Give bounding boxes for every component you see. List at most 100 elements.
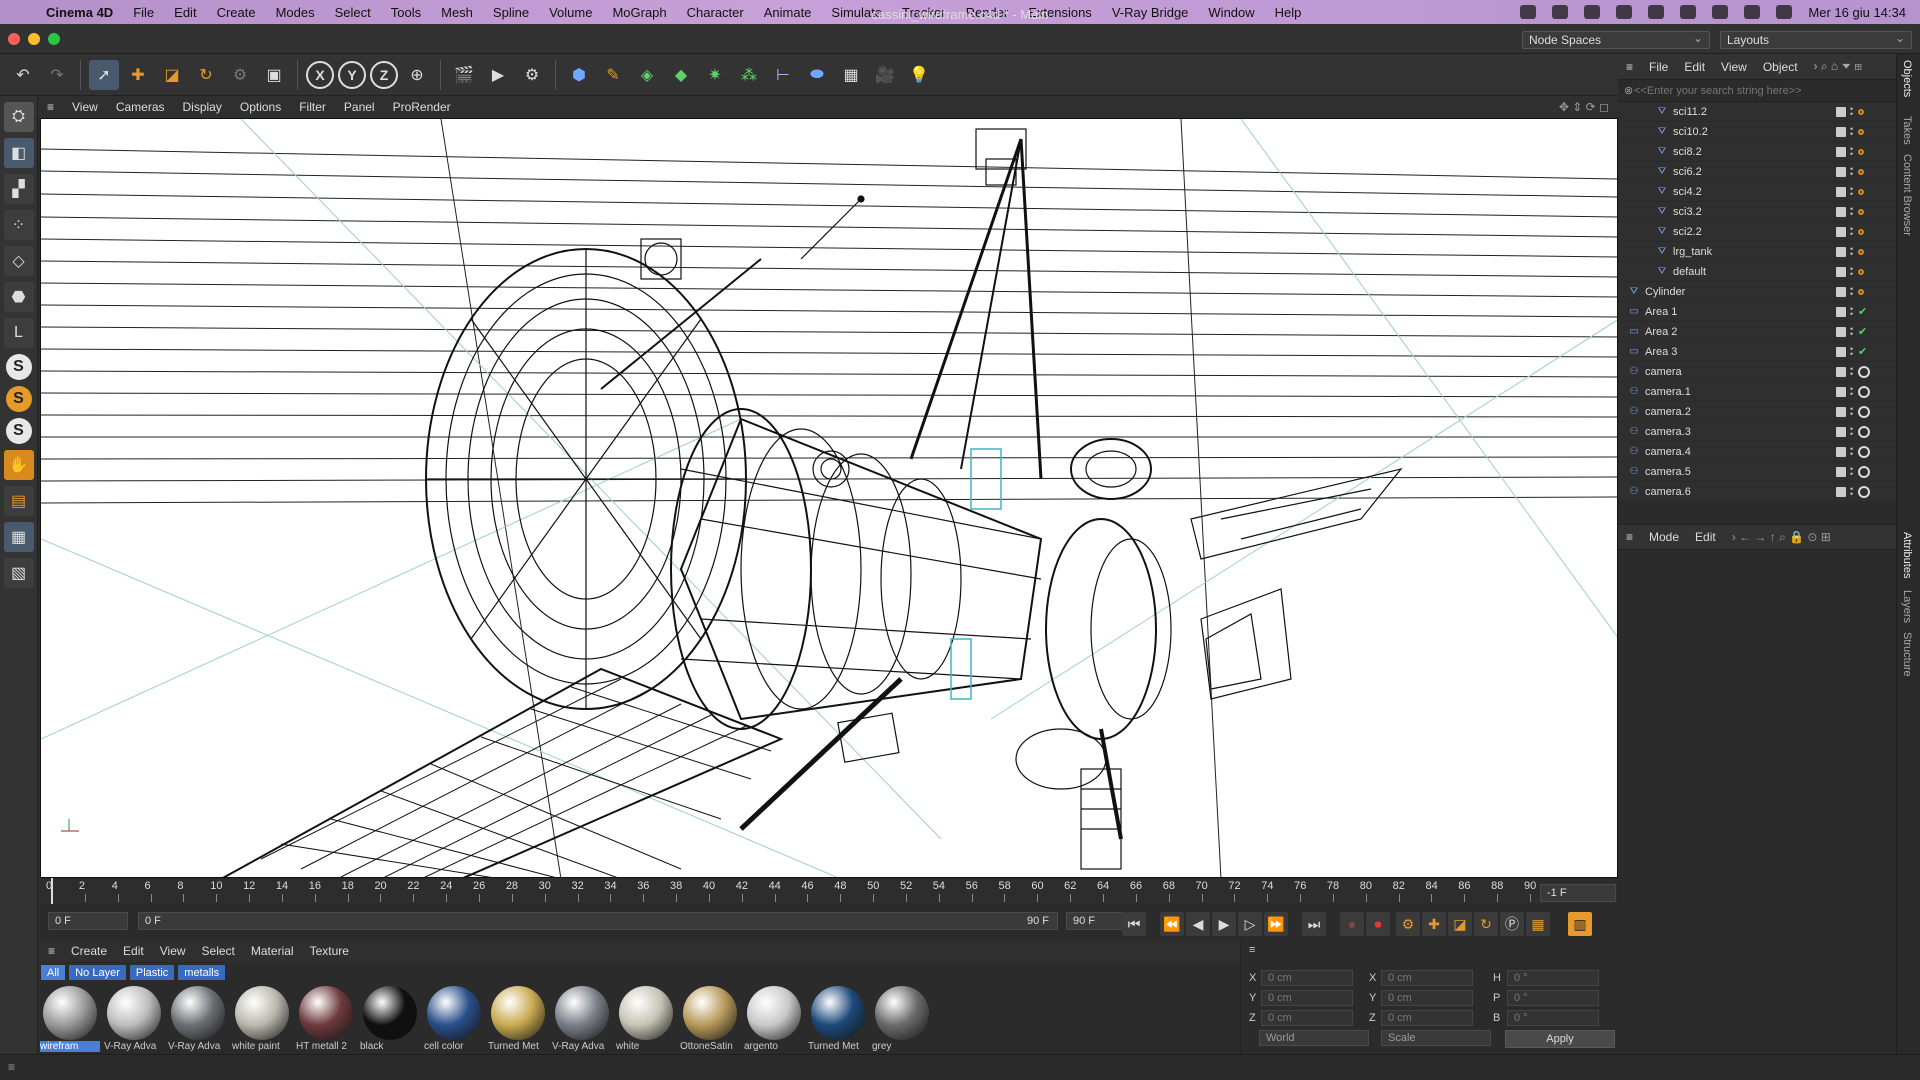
display-icon[interactable]: [1584, 5, 1601, 19]
object-name[interactable]: sci8.2: [1673, 146, 1702, 158]
layer-tag-icon[interactable]: [1836, 226, 1846, 237]
timeline-ruler[interactable]: 0 2 4 6 8 10 12 14 16 18 20 22 24 26 28 30 32 34 36 38 40 42 4…: [40, 878, 1618, 904]
material-swatch[interactable]: Turned Met: [488, 984, 548, 1052]
visibility-dots-icon[interactable]: • •: [1850, 184, 1854, 198]
layer-tag-icon[interactable]: [1836, 286, 1846, 297]
object-menu-edit[interactable]: Edit: [1676, 60, 1713, 74]
layer-tag-icon[interactable]: [1836, 486, 1846, 497]
visibility-dots-icon[interactable]: • •: [1850, 224, 1854, 238]
autokey-icon[interactable]: ⏺: [1366, 912, 1390, 936]
object-name[interactable]: Cylinder: [1645, 286, 1685, 298]
layouts-dropdown[interactable]: Layouts: [1720, 31, 1912, 49]
tab-attributes[interactable]: Attributes: [1901, 532, 1913, 578]
size-y-field[interactable]: 0 cm: [1381, 990, 1473, 1006]
menu-tools[interactable]: Tools: [381, 5, 431, 20]
layer-tag-icon[interactable]: [1836, 246, 1846, 257]
object-row[interactable]: ▭ Area 3 • • ✔: [1618, 342, 1896, 362]
object-name[interactable]: camera.5: [1645, 466, 1691, 478]
render-settings-icon[interactable]: ⚙: [517, 60, 547, 90]
object-row[interactable]: ⚇ camera.6 • •: [1618, 482, 1896, 502]
material-swatch[interactable]: V-Ray Adva: [104, 984, 164, 1052]
camera-target-tag-icon[interactable]: [1858, 445, 1870, 458]
visibility-dots-icon[interactable]: • •: [1850, 424, 1854, 438]
size-x-field[interactable]: 0 cm: [1381, 970, 1473, 986]
menu-animate[interactable]: Animate: [754, 5, 822, 20]
visibility-dots-icon[interactable]: • •: [1850, 404, 1854, 418]
go-to-start-icon[interactable]: ⏮: [1122, 912, 1146, 936]
next-frame-icon[interactable]: ▷: [1238, 912, 1262, 936]
object-row[interactable]: ⚇ camera.2 • •: [1618, 402, 1896, 422]
node-spaces-dropdown[interactable]: Node Spaces: [1522, 31, 1710, 49]
viewport-menu-panel[interactable]: Panel: [335, 100, 384, 114]
model-mode-icon[interactable]: ▣: [259, 60, 289, 90]
enabled-check-icon[interactable]: ✔: [1858, 345, 1867, 358]
tab-layers[interactable]: Layers: [1901, 590, 1913, 623]
object-row[interactable]: ⛛ lrg_tank • •: [1618, 242, 1896, 262]
material-tag-icon[interactable]: [1858, 188, 1864, 195]
3d-viewport[interactable]: [40, 118, 1618, 878]
zoom-window-button[interactable]: [48, 32, 60, 45]
material-menu-select[interactable]: Select: [194, 944, 243, 958]
layer-tag-icon[interactable]: [1836, 186, 1846, 197]
mograph-icon[interactable]: ⁂: [734, 60, 764, 90]
timeline-playhead[interactable]: [51, 878, 53, 904]
eject-icon[interactable]: [1616, 5, 1633, 19]
object-name[interactable]: sci2.2: [1673, 226, 1702, 238]
visibility-dots-icon[interactable]: • •: [1850, 244, 1854, 258]
object-row[interactable]: ⛛ sci10.2 • •: [1618, 122, 1896, 142]
object-name[interactable]: camera.2: [1645, 406, 1691, 418]
layer-tag-icon[interactable]: [1836, 406, 1846, 417]
camera-target-tag-icon[interactable]: [1858, 385, 1870, 398]
filter-plastic[interactable]: Plastic: [128, 964, 176, 981]
previous-keyframe-icon[interactable]: ⏪: [1160, 912, 1184, 936]
edges-mode-icon[interactable]: ◇: [3, 246, 34, 276]
viewport-menu-prorender[interactable]: ProRender: [384, 100, 460, 114]
material-swatch[interactable]: white: [616, 984, 676, 1052]
bluetooth-icon[interactable]: [1648, 5, 1665, 19]
control-center-icon[interactable]: [1744, 5, 1761, 19]
key-scale-icon[interactable]: ◪: [1448, 912, 1472, 936]
camera-target-tag-icon[interactable]: [1858, 465, 1870, 478]
menu-create[interactable]: Create: [207, 5, 266, 20]
layer-tag-icon[interactable]: [1836, 206, 1846, 217]
object-name[interactable]: default: [1673, 266, 1706, 278]
play-icon[interactable]: ▶: [1212, 912, 1236, 936]
object-name[interactable]: sci4.2: [1673, 186, 1702, 198]
menu-help[interactable]: Help: [1265, 5, 1312, 20]
axis-mode-icon[interactable]: L: [3, 318, 34, 348]
coordinate-system-icon[interactable]: ⊕: [402, 60, 432, 90]
object-menu-view[interactable]: View: [1713, 60, 1755, 74]
attribute-hamburger-icon[interactable]: ≡: [1618, 530, 1641, 544]
rot-h-field[interactable]: 0 °: [1507, 970, 1599, 986]
start-frame-field[interactable]: 0 F: [48, 912, 128, 930]
material-swatch[interactable]: cell color: [424, 984, 484, 1052]
object-menu-object[interactable]: Object: [1755, 60, 1806, 74]
extrude-generator-icon[interactable]: ◆: [666, 60, 696, 90]
camera-target-tag-icon[interactable]: [1858, 365, 1870, 378]
menubar-clock[interactable]: Mer 16 giu 14:34: [1808, 5, 1906, 20]
menu-spline[interactable]: Spline: [483, 5, 539, 20]
object-row[interactable]: ⛛ sci8.2 • •: [1618, 142, 1896, 162]
visibility-dots-icon[interactable]: • •: [1850, 484, 1854, 498]
camera-icon[interactable]: 🎥: [870, 60, 900, 90]
snap-workplane-icon[interactable]: S: [5, 418, 32, 444]
viewport-menu-filter[interactable]: Filter: [290, 100, 335, 114]
object-name[interactable]: lrg_tank: [1673, 246, 1712, 258]
object-row[interactable]: ⚇ camera.3 • •: [1618, 422, 1896, 442]
material-swatch[interactable]: V-Ray Adva: [168, 984, 228, 1052]
key-position-icon[interactable]: ✚: [1422, 912, 1446, 936]
layer-tag-icon[interactable]: [1836, 466, 1846, 477]
field-icon[interactable]: ⬬: [802, 60, 832, 90]
material-menu-material[interactable]: Material: [243, 944, 302, 958]
rot-p-field[interactable]: 0 °: [1507, 990, 1599, 1006]
material-tag-icon[interactable]: [1858, 228, 1864, 235]
workplane-icon[interactable]: ▤: [3, 486, 34, 516]
texture-mode-icon[interactable]: ▞: [3, 174, 34, 204]
undo-icon[interactable]: ↶: [8, 60, 38, 90]
recent-tools-icon[interactable]: ⚙: [225, 60, 255, 90]
wifi-off-icon[interactable]: [1680, 5, 1697, 19]
menu-mograph[interactable]: MoGraph: [602, 5, 676, 20]
layer-tag-icon[interactable]: [1836, 366, 1846, 377]
viewport-navigation-icons[interactable]: ✥ ⇕ ⟳ ◻: [1550, 100, 1618, 114]
material-swatch[interactable]: HT metall 2: [296, 984, 356, 1052]
